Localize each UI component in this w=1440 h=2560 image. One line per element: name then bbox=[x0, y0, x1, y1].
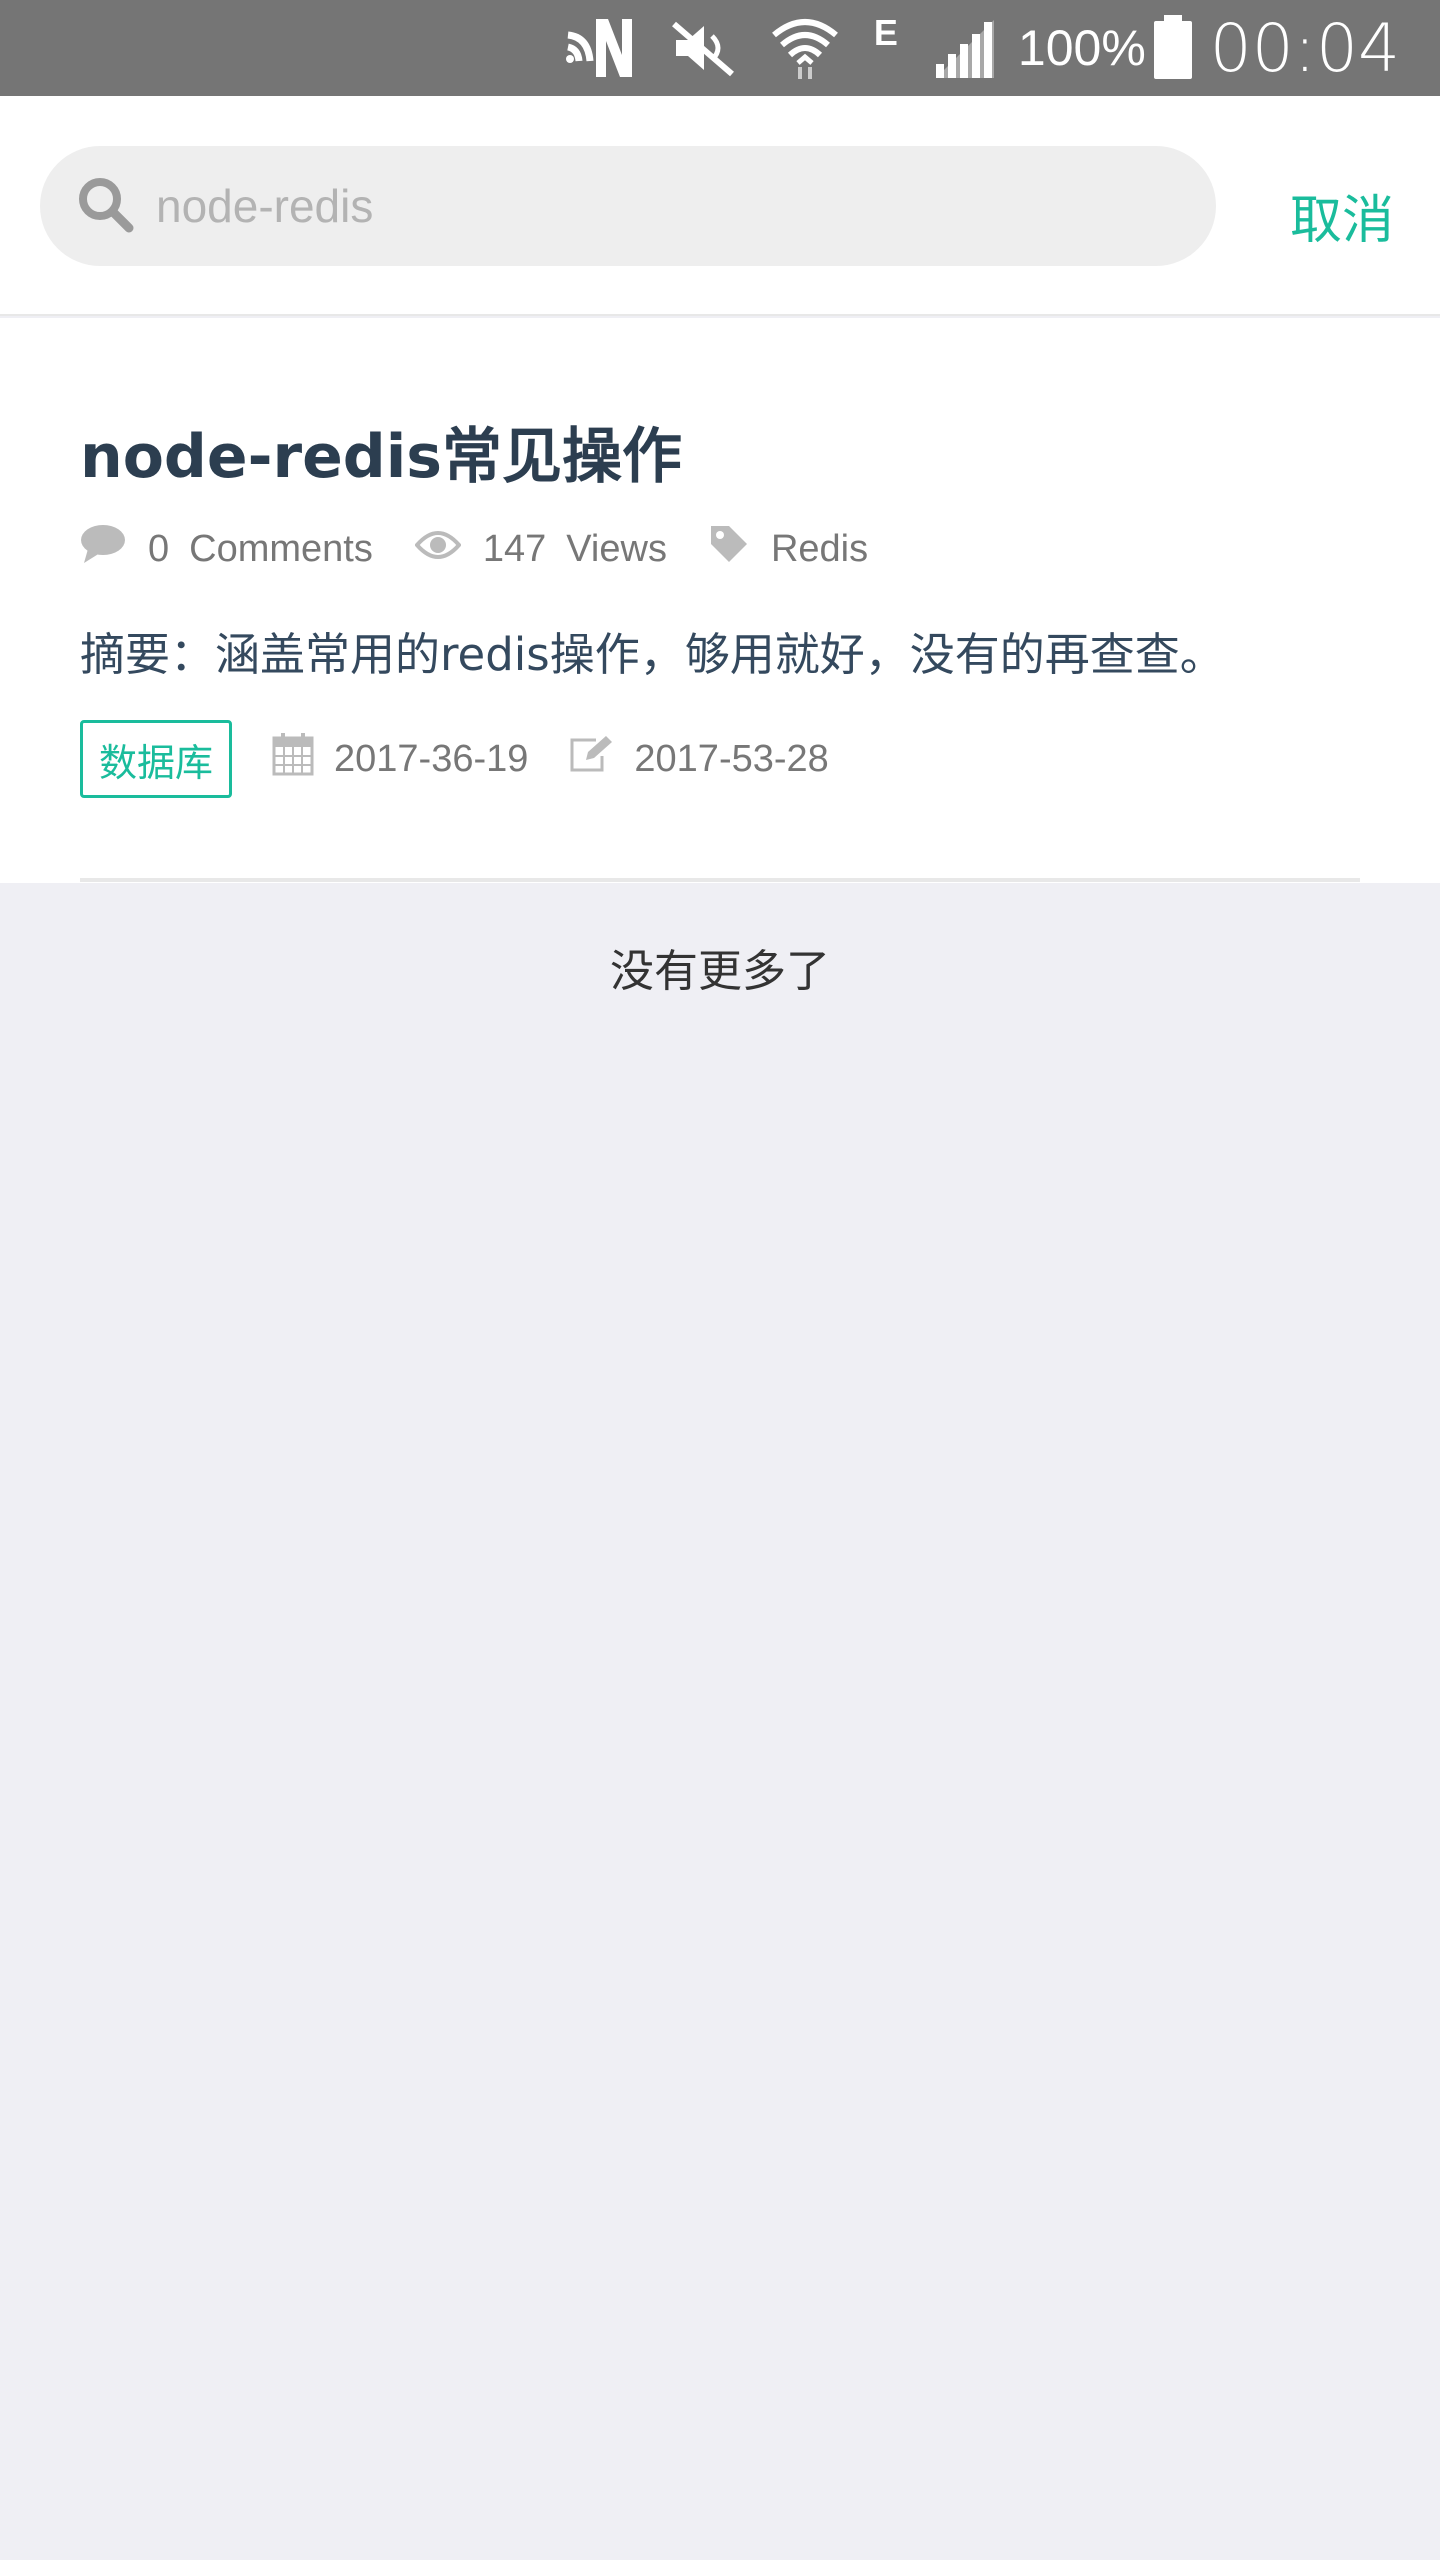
clock: 00:04 bbox=[1209, 9, 1400, 87]
comments-label: Comments bbox=[189, 527, 373, 570]
tag-stat[interactable]: Redis bbox=[709, 524, 868, 574]
article-title[interactable]: node-redis常见操作 bbox=[80, 408, 682, 495]
calendar-icon bbox=[272, 732, 334, 786]
created-date: 2017-36-19 bbox=[272, 732, 528, 786]
cancel-button[interactable]: 取消 bbox=[1290, 178, 1394, 253]
search-input[interactable] bbox=[156, 179, 1156, 233]
search-header: 取消 bbox=[0, 96, 1440, 316]
mute-icon bbox=[670, 18, 736, 78]
tag-icon bbox=[709, 524, 771, 574]
search-box[interactable] bbox=[40, 146, 1216, 266]
status-bar: E 100% 00:04 bbox=[0, 0, 1440, 96]
category-tag[interactable]: 数据库 bbox=[80, 720, 233, 798]
wifi-icon bbox=[770, 15, 840, 81]
views-stat: 147 Views bbox=[414, 527, 667, 571]
article-summary: 摘要：涵盖常用的redis操作，够用就好，没有的再查查。 bbox=[80, 628, 1225, 681]
cast-icon bbox=[564, 15, 636, 81]
list-end-text: 没有更多了 bbox=[610, 946, 830, 997]
comment-icon bbox=[80, 523, 148, 575]
article-footer: 数据库 2017-36-19 2017-53-28 bbox=[80, 720, 869, 798]
eye-icon bbox=[414, 528, 483, 571]
tag-label[interactable]: Redis bbox=[771, 528, 868, 571]
views-label: Views bbox=[566, 527, 667, 570]
network-type: E bbox=[873, 12, 898, 53]
battery-percent: 100% bbox=[1017, 20, 1146, 76]
views-count: 147 bbox=[482, 527, 547, 570]
article-card[interactable]: node-redis常见操作 0 Comments 147 Views Redi… bbox=[0, 318, 1440, 883]
updated-date: 2017-53-28 bbox=[568, 734, 829, 784]
comments-stat: 0 Comments bbox=[80, 523, 373, 575]
created-date-value: 2017-36-19 bbox=[334, 737, 529, 780]
article-meta: 0 Comments 147 Views Redis bbox=[80, 523, 910, 575]
signal-icon bbox=[932, 16, 998, 80]
comments-count: 0 bbox=[148, 527, 170, 570]
search-icon bbox=[76, 175, 134, 238]
divider bbox=[80, 878, 1360, 882]
edit-icon bbox=[568, 734, 634, 784]
battery-icon bbox=[1152, 15, 1194, 81]
updated-date-value: 2017-53-28 bbox=[634, 737, 829, 780]
